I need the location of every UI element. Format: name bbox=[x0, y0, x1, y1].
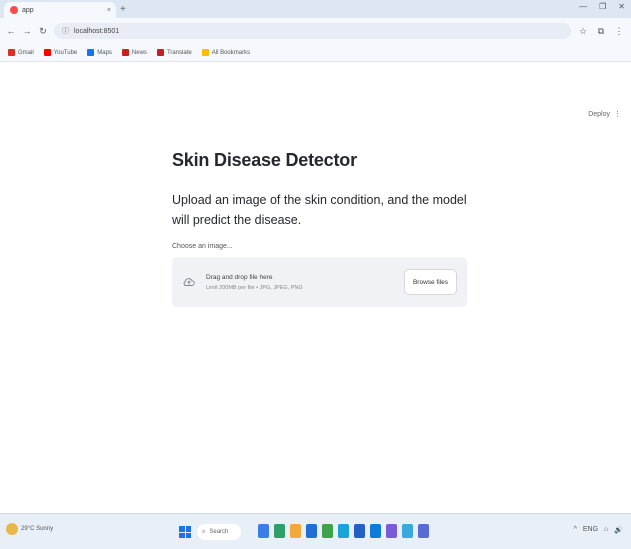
bookmark-label: News bbox=[131, 49, 147, 56]
tab-close-icon[interactable]: × bbox=[107, 7, 111, 14]
browser-tab-bar: app × + — ❐ ✕ bbox=[0, 0, 631, 18]
taskbar-app-icon[interactable] bbox=[418, 524, 429, 538]
file-dropzone[interactable]: Drag and drop file here Limit 200MB per … bbox=[172, 257, 467, 307]
taskbar-app-icon[interactable] bbox=[322, 524, 333, 538]
tray-overflow-icon[interactable]: ^ bbox=[574, 526, 577, 534]
bookmark-item[interactable]: News bbox=[121, 49, 147, 56]
main-content: Skin Disease Detector Upload an image of… bbox=[172, 150, 472, 307]
close-window-icon[interactable]: ✕ bbox=[618, 2, 625, 11]
bookmark-icon bbox=[43, 49, 51, 56]
system-tray: ^ ENG ⌂ 🔊 bbox=[574, 526, 623, 534]
extensions-icon[interactable]: ⧉ bbox=[595, 26, 607, 37]
taskbar: 29°C Sunny ⌕ Search ^ ENG ⌂ 🔊 bbox=[0, 513, 631, 549]
browse-files-button[interactable]: Browse files bbox=[403, 269, 457, 295]
bookmark-item[interactable]: YouTube bbox=[43, 49, 78, 56]
sun-icon bbox=[6, 523, 18, 535]
bookmark-icon bbox=[201, 49, 209, 56]
taskbar-app-icon[interactable] bbox=[370, 524, 381, 538]
bookmark-item[interactable]: Maps bbox=[87, 49, 112, 56]
window-controls: — ❐ ✕ bbox=[579, 2, 625, 11]
bookmark-label: Translate bbox=[166, 49, 192, 56]
bookmark-item[interactable]: Gmail bbox=[8, 49, 34, 56]
streamlit-favicon-icon bbox=[10, 6, 18, 14]
taskbar-search-placeholder: Search bbox=[209, 529, 229, 535]
bookmarks-bar: Gmail YouTube Maps News Translate All Bo… bbox=[0, 44, 631, 62]
wifi-icon[interactable]: ⌂ bbox=[604, 526, 608, 534]
url-input[interactable]: ⓘ localhost:8501 bbox=[54, 23, 571, 39]
windows-start-icon[interactable] bbox=[179, 526, 191, 538]
browser-menu-icon[interactable]: ⋮ bbox=[613, 26, 625, 37]
taskbar-search-input[interactable]: ⌕ Search bbox=[197, 524, 241, 540]
tab-title: app bbox=[22, 6, 34, 14]
back-icon[interactable]: ← bbox=[6, 26, 16, 36]
bookmark-label: Maps bbox=[97, 49, 112, 56]
taskbar-app-icon[interactable] bbox=[306, 524, 317, 538]
deploy-area: Deploy ⋮ bbox=[588, 110, 621, 119]
address-bar-row: ← → ↻ ⓘ localhost:8501 ☆ ⧉ ⋮ bbox=[0, 18, 631, 44]
browser-tab[interactable]: app × bbox=[4, 2, 116, 18]
bookmark-label: All Bookmarks bbox=[211, 49, 251, 56]
taskbar-app-icon[interactable] bbox=[290, 524, 301, 538]
deploy-button[interactable]: Deploy bbox=[588, 111, 610, 118]
maximize-icon[interactable]: ❐ bbox=[599, 2, 606, 11]
taskbar-app-icon[interactable] bbox=[402, 524, 413, 538]
bookmark-icon bbox=[121, 49, 129, 56]
cloud-upload-icon bbox=[183, 278, 195, 286]
bookmark-item[interactable]: Translate bbox=[156, 49, 192, 56]
taskbar-app-icon[interactable] bbox=[258, 524, 269, 538]
bookmark-label: YouTube bbox=[53, 49, 78, 56]
bookmark-icon bbox=[8, 49, 15, 56]
forward-icon[interactable]: → bbox=[22, 26, 32, 36]
reload-icon[interactable]: ↻ bbox=[38, 26, 48, 37]
search-icon: ⌕ bbox=[202, 528, 206, 535]
minimize-icon[interactable]: — bbox=[579, 2, 587, 11]
dropzone-limit-text: Limit 200MB per file • JPG, JPEG, PNG bbox=[206, 284, 303, 291]
site-info-icon[interactable]: ⓘ bbox=[62, 26, 69, 36]
bookmark-label: Gmail bbox=[18, 49, 34, 56]
weather-text: 29°C Sunny bbox=[21, 526, 54, 532]
bookmark-item[interactable]: All Bookmarks bbox=[201, 49, 251, 56]
bookmark-star-icon[interactable]: ☆ bbox=[577, 26, 589, 37]
url-text: localhost:8501 bbox=[74, 27, 120, 35]
app-menu-icon[interactable]: ⋮ bbox=[614, 110, 621, 118]
page-title: Skin Disease Detector bbox=[172, 150, 357, 170]
taskbar-app-icon[interactable] bbox=[386, 524, 397, 538]
new-tab-button[interactable]: + bbox=[120, 4, 126, 15]
uploader-label: Choose an image... bbox=[172, 243, 233, 250]
volume-icon[interactable]: 🔊 bbox=[614, 526, 623, 534]
taskbar-apps bbox=[258, 524, 429, 538]
weather-widget[interactable]: 29°C Sunny bbox=[6, 523, 53, 535]
page-description: Upload an image of the skin condition, a… bbox=[172, 193, 467, 227]
bookmark-icon bbox=[87, 49, 95, 56]
taskbar-app-icon[interactable] bbox=[354, 524, 365, 538]
taskbar-app-icon[interactable] bbox=[274, 524, 285, 538]
dropzone-main-text: Drag and drop file here bbox=[206, 273, 273, 281]
language-indicator[interactable]: ENG bbox=[583, 526, 598, 534]
taskbar-app-icon[interactable] bbox=[338, 524, 349, 538]
bookmark-icon bbox=[156, 49, 164, 56]
dropzone-text: Drag and drop file here Limit 200MB per … bbox=[206, 274, 404, 291]
